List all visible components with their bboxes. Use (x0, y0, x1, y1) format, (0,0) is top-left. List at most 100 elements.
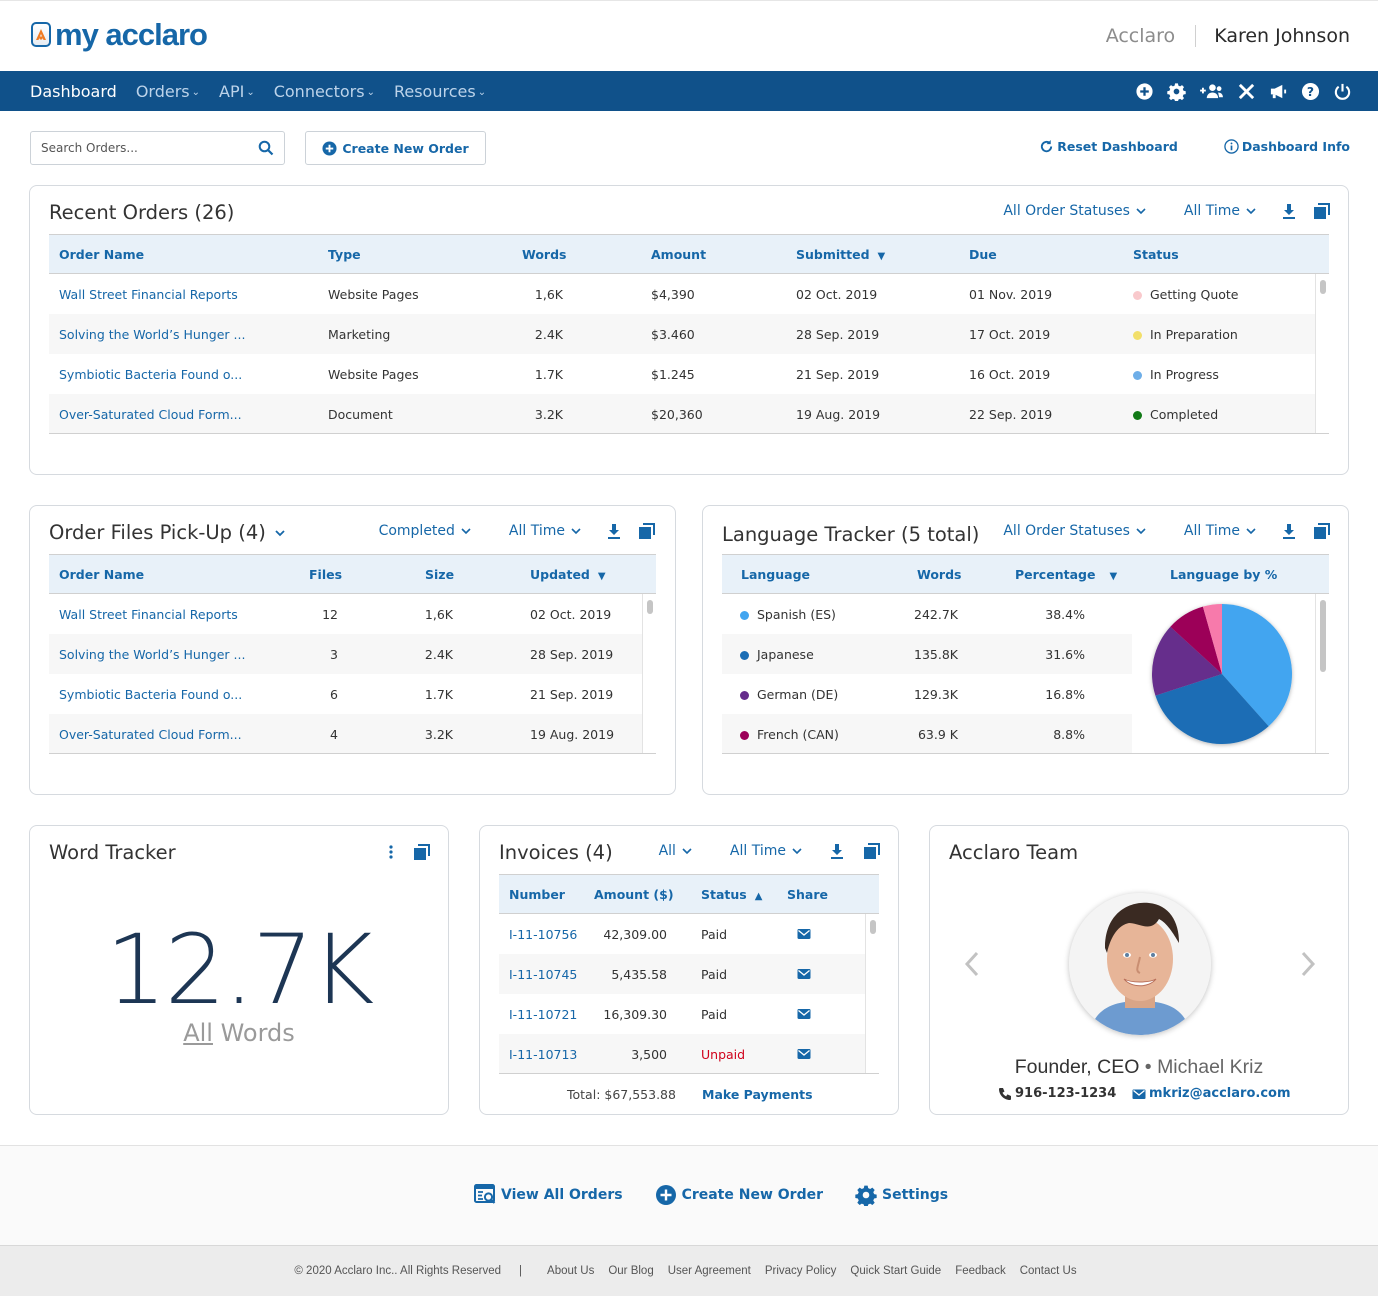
nav-dashboard[interactable]: Dashboard (30, 82, 117, 101)
user-name[interactable]: Karen Johnson (1214, 25, 1350, 47)
col-status[interactable]: Status ▲ (701, 887, 762, 902)
team-email-link[interactable]: mkriz@acclaro.com (1132, 1086, 1291, 1101)
table-row[interactable]: German (DE) 129.3K 16.8% (722, 674, 1132, 714)
footer-link-feedback[interactable]: Feedback (955, 1265, 1006, 1277)
table-row[interactable]: Japanese 135.8K 31.6% (722, 634, 1132, 674)
table-row[interactable]: Wall Street Financial Reports 12 1,6K 02 Oc… (49, 594, 656, 634)
megaphone-icon[interactable] (1268, 80, 1288, 102)
settings-link[interactable]: Settings (855, 1184, 948, 1206)
share-email-icon[interactable] (797, 1008, 811, 1023)
table-row[interactable]: Over-Saturated Cloud Form... Document 3.2K… (49, 394, 1329, 433)
share-email-icon[interactable] (797, 928, 811, 943)
footer-link-blog[interactable]: Our Blog (608, 1265, 653, 1277)
col-amount[interactable]: Amount (651, 247, 706, 262)
help-icon[interactable]: ? (1300, 80, 1320, 102)
scrollbar[interactable] (642, 594, 656, 753)
time-filter-dropdown[interactable]: All Time (1184, 523, 1256, 539)
gear-icon[interactable] (1166, 80, 1186, 102)
nav-api[interactable]: API ⌄ (219, 82, 255, 101)
time-filter-dropdown[interactable]: All Time (509, 523, 581, 539)
nav-connectors[interactable]: Connectors ⌄ (274, 82, 375, 101)
col-updated[interactable]: Updated ▼ (530, 567, 606, 582)
footer-link-about[interactable]: About Us (547, 1265, 594, 1277)
table-row[interactable]: Symbiotic Bacteria Found o... 6 1.7K 21 Sep… (49, 674, 656, 714)
order-name-link[interactable]: Symbiotic Bacteria Found o... (59, 687, 242, 702)
power-icon[interactable] (1332, 80, 1352, 102)
col-size[interactable]: Size (425, 567, 454, 582)
expand-icon[interactable] (1314, 203, 1330, 219)
footer-link-privacy[interactable]: Privacy Policy (765, 1265, 837, 1277)
col-order-name[interactable]: Order Name (59, 247, 144, 262)
order-name-link[interactable]: Wall Street Financial Reports (59, 607, 238, 622)
expand-icon[interactable] (864, 843, 880, 859)
search-input[interactable] (41, 141, 251, 155)
col-status[interactable]: Status (1133, 247, 1179, 262)
order-name-link[interactable]: Symbiotic Bacteria Found o... (59, 367, 242, 382)
table-row[interactable]: Over-Saturated Cloud Form... 4 3.2K 19 Aug.… (49, 714, 656, 753)
col-files[interactable]: Files (309, 567, 342, 582)
team-phone[interactable]: 916-123-1234 (998, 1086, 1116, 1101)
table-row[interactable]: I-11-10745 5,435.58 Paid (499, 954, 879, 994)
table-row[interactable]: I-11-10721 16,309.30 Paid (499, 994, 879, 1034)
logo[interactable]: my acclaro (31, 19, 208, 50)
create-new-order-link[interactable]: Create New Order (655, 1184, 823, 1206)
scroll-thumb[interactable] (647, 600, 653, 614)
col-amount[interactable]: Amount ($) (594, 887, 674, 902)
invoice-number-link[interactable]: I-11-10713 (509, 1047, 577, 1062)
order-name-link[interactable]: Wall Street Financial Reports (59, 287, 238, 302)
col-order-name[interactable]: Order Name (59, 567, 144, 582)
status-filter-dropdown[interactable]: All Order Statuses (1003, 203, 1146, 219)
col-words[interactable]: Words (917, 567, 961, 582)
nav-resources[interactable]: Resources ⌄ (394, 82, 486, 101)
col-submitted[interactable]: Submitted ▼ (796, 247, 885, 262)
card-title[interactable]: Order Files Pick-Up (4) (49, 521, 286, 544)
reset-dashboard-link[interactable]: Reset Dashboard (1039, 139, 1178, 154)
download-icon[interactable] (1282, 203, 1296, 219)
table-row[interactable]: Solving the World’s Hunger ... Marketing 2… (49, 314, 1329, 354)
invoice-number-link[interactable]: I-11-10745 (509, 967, 577, 982)
scroll-thumb[interactable] (1320, 600, 1326, 672)
invoice-number-link[interactable]: I-11-10721 (509, 1007, 577, 1022)
more-vertical-icon[interactable] (388, 844, 394, 860)
time-filter-dropdown[interactable]: All Time (1184, 203, 1256, 219)
table-row[interactable]: I-11-10756 42,309.00 Paid (499, 914, 879, 954)
status-filter-dropdown[interactable]: All Order Statuses (1003, 523, 1146, 539)
col-words[interactable]: Words (522, 247, 566, 262)
footer-link-contact[interactable]: Contact Us (1020, 1265, 1077, 1277)
create-new-order-button[interactable]: Create New Order (305, 131, 486, 165)
search-icon[interactable] (258, 140, 274, 156)
col-type[interactable]: Type (328, 247, 361, 262)
table-row[interactable]: I-11-10713 3,500 Unpaid (499, 1034, 879, 1073)
table-row[interactable]: Spanish (ES) 242.7K 38.4% (722, 594, 1132, 634)
all-filter-link[interactable]: All (183, 1019, 213, 1047)
scrollbar[interactable] (1315, 274, 1329, 433)
plus-circle-icon[interactable] (1134, 80, 1154, 102)
table-row[interactable]: French (CAN) 63.9 K 8.8% (722, 714, 1132, 753)
make-payments-link[interactable]: Make Payments (702, 1087, 813, 1102)
order-name-link[interactable]: Solving the World’s Hunger ... (59, 327, 245, 342)
order-name-link[interactable]: Over-Saturated Cloud Form... (59, 407, 242, 422)
scroll-thumb[interactable] (1320, 280, 1326, 294)
view-all-orders-link[interactable]: View All Orders (474, 1184, 623, 1206)
col-number[interactable]: Number (509, 887, 565, 902)
table-row[interactable]: Solving the World’s Hunger ... 3 2.4K 28 Se… (49, 634, 656, 674)
expand-icon[interactable] (639, 523, 655, 539)
expand-icon[interactable] (414, 844, 430, 860)
tools-icon[interactable] (1236, 80, 1256, 102)
invoice-number-link[interactable]: I-11-10756 (509, 927, 577, 942)
status-filter-dropdown[interactable]: All (659, 843, 692, 859)
col-percentage[interactable]: Percentage ▼ (1015, 567, 1117, 582)
download-icon[interactable] (607, 523, 621, 539)
chevron-right-icon[interactable] (1298, 950, 1318, 978)
col-due[interactable]: Due (969, 247, 997, 262)
footer-link-quick-start[interactable]: Quick Start Guide (850, 1265, 941, 1277)
chevron-left-icon[interactable] (962, 950, 982, 978)
add-user-icon[interactable] (1198, 80, 1224, 102)
table-row[interactable]: Wall Street Financial Reports Website Pag… (49, 274, 1329, 314)
download-icon[interactable] (830, 843, 844, 859)
share-email-icon[interactable] (797, 968, 811, 983)
share-email-icon[interactable] (797, 1048, 811, 1063)
scrollbar[interactable] (1315, 594, 1329, 753)
table-row[interactable]: Symbiotic Bacteria Found o... Website Pag… (49, 354, 1329, 394)
scrollbar[interactable] (865, 914, 879, 1073)
